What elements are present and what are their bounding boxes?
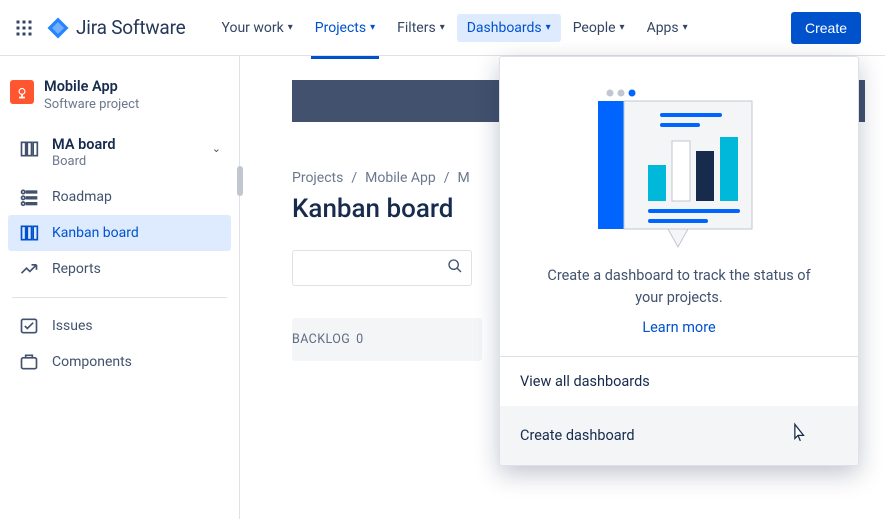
column-name: BACKLOG [292, 332, 350, 347]
nav-people-label: People [573, 20, 616, 36]
nav-dashboards[interactable]: Dashboards ▾ [457, 14, 561, 42]
issues-icon [18, 316, 40, 336]
reports-icon [18, 259, 40, 279]
column-count: 0 [356, 332, 363, 347]
jira-logo-icon [46, 16, 70, 40]
nav-active-indicator [311, 56, 379, 59]
chevron-down-icon: ▾ [288, 22, 293, 33]
nav-filters[interactable]: Filters ▾ [387, 14, 455, 42]
nav-your-work-label: Your work [222, 20, 284, 36]
sidebar-item-issues[interactable]: Issues [8, 308, 231, 344]
breadcrumb-item[interactable]: Mobile App [365, 170, 436, 186]
project-header[interactable]: Mobile App Software project [0, 64, 239, 130]
search-input[interactable] [292, 250, 472, 286]
nav-apps[interactable]: Apps ▾ [637, 14, 698, 42]
project-icon [10, 80, 34, 104]
sidebar-item-label: Roadmap [52, 189, 112, 205]
nav-people[interactable]: People ▾ [563, 14, 635, 42]
brand-name: Jira Software [76, 16, 186, 39]
nav-items: Your work ▾ Projects ▾ Filters ▾ Dashboards… [212, 14, 698, 42]
chevron-down-icon: ⌄ [212, 142, 221, 155]
board-selector[interactable]: MA board Board ⌄ [8, 130, 231, 171]
sidebar-item-roadmap[interactable]: Roadmap [8, 179, 231, 215]
breadcrumb-item[interactable]: Projects [292, 170, 343, 186]
app-switcher-icon[interactable] [12, 16, 36, 40]
sidebar-item-label: Reports [52, 261, 101, 277]
dropdown-illustration [500, 57, 858, 257]
board-column-backlog: BACKLOG 0 [292, 318, 482, 361]
sidebar-item-reports[interactable]: Reports [8, 251, 231, 287]
dropdown-description: Create a dashboard to track the status o… [500, 257, 858, 356]
menu-item-label: Create dashboard [520, 427, 635, 444]
chevron-down-icon: ▾ [620, 22, 625, 33]
sidebar-item-label: Components [52, 354, 132, 370]
sidebar-item-label: Issues [52, 318, 93, 334]
sidebar-item-label: Kanban board [52, 225, 139, 241]
dashboards-dropdown: Create a dashboard to track the status o… [499, 56, 859, 466]
chevron-down-icon: ▾ [683, 22, 688, 33]
top-nav: Jira Software Your work ▾ Projects ▾ Filte… [0, 0, 885, 56]
nav-apps-label: Apps [647, 20, 679, 36]
board-icon [18, 139, 40, 159]
nav-projects-label: Projects [315, 20, 366, 36]
chevron-down-icon: ▾ [440, 22, 445, 33]
components-icon [18, 352, 40, 372]
project-subtitle: Software project [44, 97, 139, 112]
roadmap-icon [18, 187, 40, 207]
chevron-down-icon: ▾ [546, 22, 551, 33]
sidebar-item-components[interactable]: Components [8, 344, 231, 380]
nav-projects[interactable]: Projects ▾ [305, 14, 385, 42]
jira-logo[interactable]: Jira Software [46, 16, 186, 40]
board-subtitle: Board [52, 154, 116, 169]
nav-filters-label: Filters [397, 20, 436, 36]
breadcrumb-item: M [458, 170, 470, 186]
search-icon [447, 258, 463, 278]
sidebar: Mobile App Software project MA board Boa… [0, 56, 240, 519]
sidebar-separator [12, 297, 227, 298]
cursor-icon [788, 422, 808, 449]
board-title: MA board [52, 136, 116, 153]
board-icon [18, 223, 40, 243]
menu-item-view-all-dashboards[interactable]: View all dashboards [500, 357, 858, 406]
learn-more-link[interactable]: Learn more [534, 317, 824, 339]
project-name: Mobile App [44, 78, 139, 95]
nav-your-work[interactable]: Your work ▾ [212, 14, 303, 42]
chevron-down-icon: ▾ [370, 22, 375, 33]
nav-dashboards-label: Dashboards [467, 20, 542, 36]
sidebar-item-kanban[interactable]: Kanban board [8, 215, 231, 251]
menu-item-create-dashboard[interactable]: Create dashboard [500, 406, 858, 465]
create-button[interactable]: Create [791, 12, 861, 44]
